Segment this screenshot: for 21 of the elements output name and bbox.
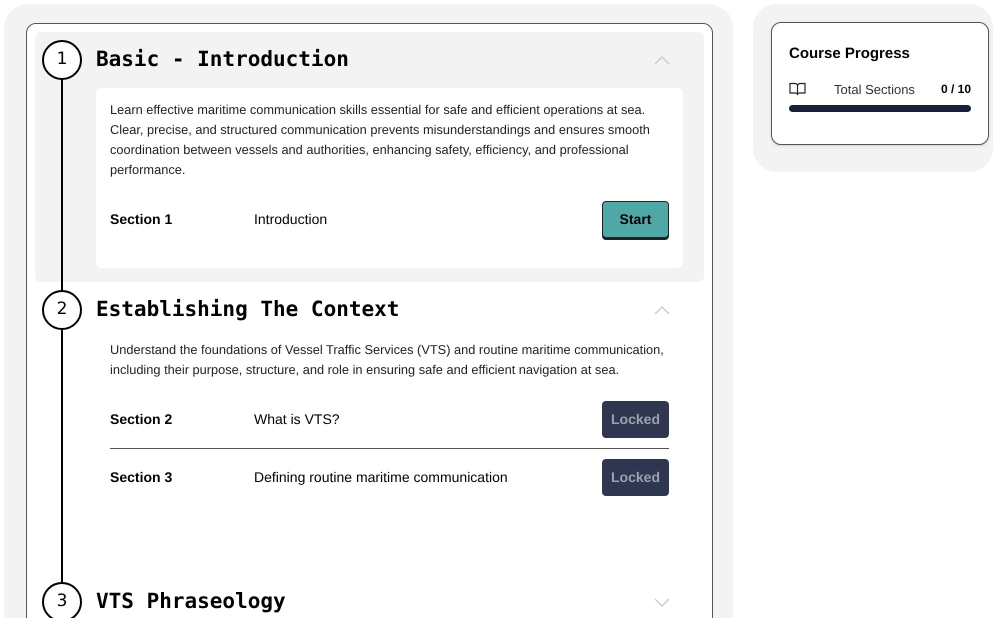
- total-sections-label: Total Sections: [834, 80, 915, 98]
- module-title[interactable]: VTS Phraseology: [96, 586, 286, 618]
- book-icon: [789, 82, 806, 96]
- module-title[interactable]: Establishing The Context: [96, 294, 400, 326]
- start-button[interactable]: Start: [602, 200, 669, 238]
- section-title: Defining routine maritime communication: [254, 468, 508, 487]
- module-description: Learn effective maritime communication skills essential for safe and efficient operations at sea. Clear, precise, and structured communication prevents misunderstandings and ensures smooth coordination between vessels and authorities, enhancing safety, efficiency, and professional performance.: [110, 101, 651, 179]
- section-number: Section 3: [110, 468, 174, 487]
- section-number: Section 1: [110, 210, 174, 228]
- progress-title: Course Progress: [789, 44, 911, 64]
- section-title: What is VTS?: [254, 410, 340, 428]
- sections-count: 0 / 10: [940, 81, 971, 98]
- module-title[interactable]: Basic - Introduction: [96, 44, 349, 76]
- section-title: Introduction: [254, 210, 328, 228]
- module-description: Understand the foundations of Vessel Traffic Services (VTS) and routine maritime communication, including their purpose, structure, and role in ensuring safe and efficient navigation at sea.: [110, 341, 665, 379]
- section-number: Section 2: [110, 410, 174, 428]
- chevron-up-icon[interactable]: [654, 306, 670, 314]
- locked-button[interactable]: Locked: [602, 400, 669, 438]
- chevron-down-icon[interactable]: [654, 598, 670, 606]
- locked-button[interactable]: Locked: [602, 459, 669, 496]
- chevron-up-icon[interactable]: [654, 56, 670, 64]
